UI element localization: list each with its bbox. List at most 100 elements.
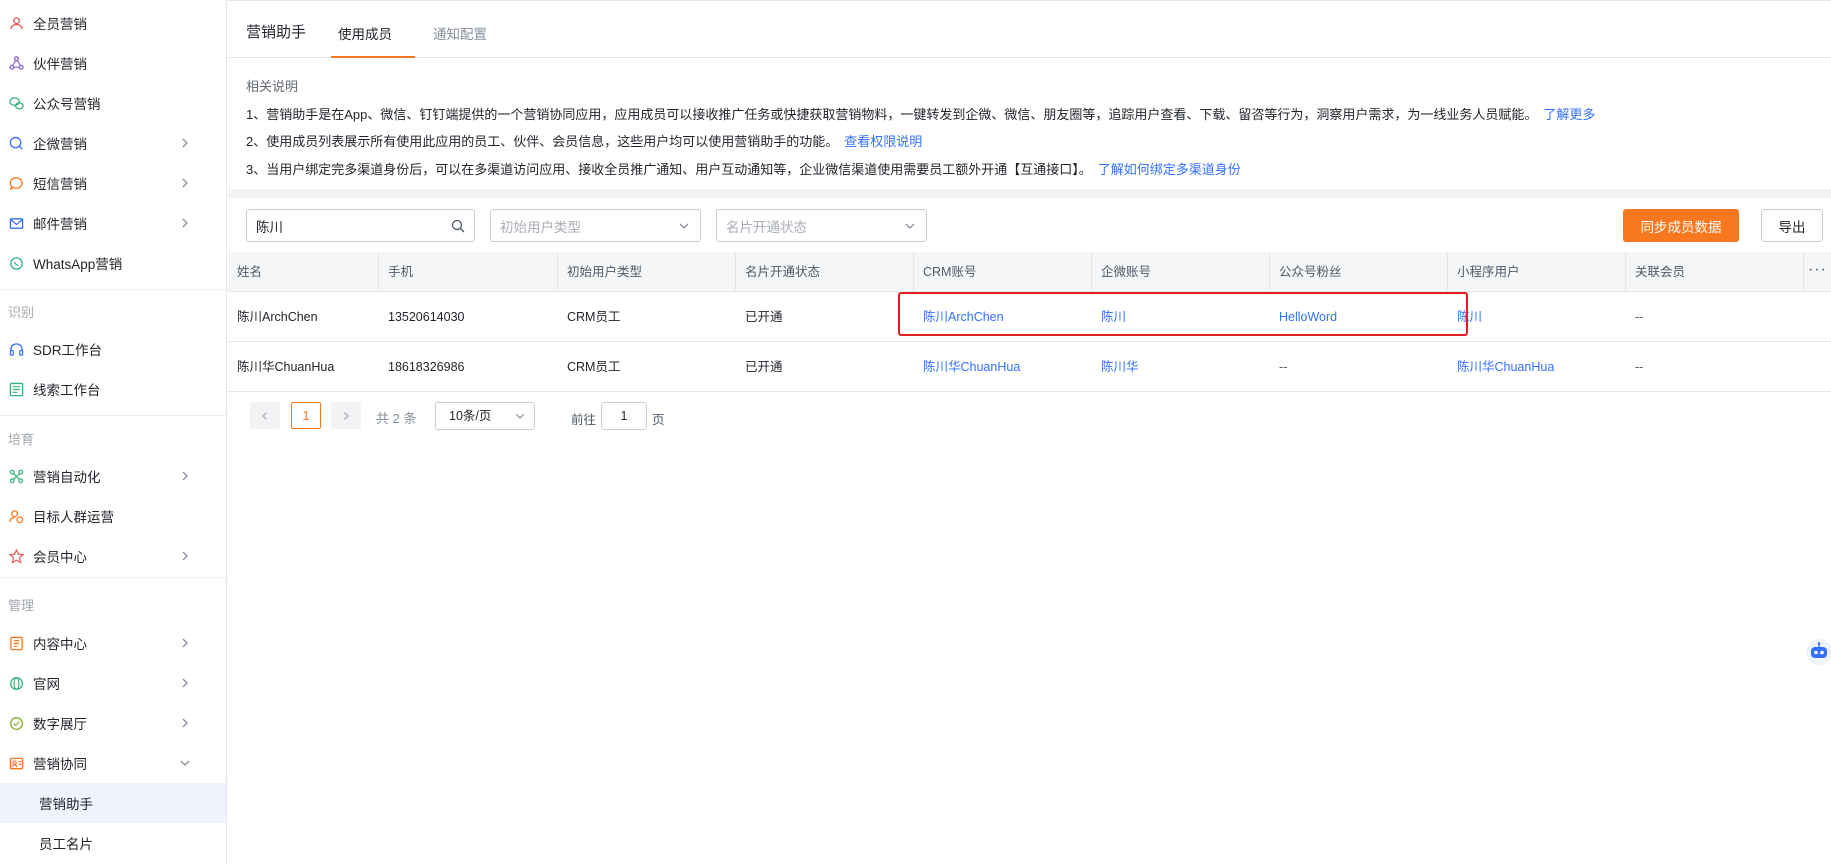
chevron-down-icon	[679, 223, 689, 229]
sidebar-item-label: 数字展厅	[33, 717, 87, 732]
description-text: 3、当用户绑定完多渠道身份后，可以在多渠道访问应用、接收全员推广通知、用户互动通…	[246, 161, 1092, 177]
bind-channel-link[interactable]: 了解如何绑定多渠道身份	[1098, 162, 1241, 177]
column-header-linked-member: 关联会员	[1626, 252, 1804, 292]
sidebar-item-marketing-automation[interactable]: 营销自动化	[0, 456, 226, 496]
table-header: 姓名 手机 初始用户类型 名片开通状态 CRM账号 企微账号 公众号粉丝 小程序…	[228, 252, 1831, 292]
column-header-official-fans: 公众号粉丝	[1270, 252, 1448, 292]
sidebar-item-label: 邮件营销	[33, 217, 87, 232]
collab-icon	[8, 755, 24, 771]
goto-label: 前往	[571, 413, 597, 427]
sidebar-divider	[0, 415, 226, 416]
section-separator	[228, 189, 1831, 198]
sidebar-item-target-audience[interactable]: 目标人群运营	[0, 496, 226, 536]
share-icon	[8, 55, 24, 71]
list-icon	[8, 381, 24, 397]
globe-icon	[8, 675, 24, 691]
sidebar-item-label: 内容中心	[33, 637, 87, 652]
chevron-right-icon	[182, 471, 188, 481]
sync-members-button[interactable]: 同步成员数据	[1623, 209, 1739, 242]
sidebar-item-sms-marketing[interactable]: 短信营销	[0, 163, 226, 203]
cell-linked-member: --	[1635, 360, 1644, 374]
sidebar-item-member-center[interactable]: 会员中心	[0, 536, 226, 576]
search-icon[interactable]	[451, 219, 465, 233]
column-header-wecom-account: 企微账号	[1092, 252, 1270, 292]
column-header-name: 姓名	[228, 252, 379, 292]
page-header: 营销助手 使用成员 通知配置	[228, 1, 1831, 58]
search-input[interactable]: 陈川	[246, 209, 475, 242]
permission-info-link[interactable]: 查看权限说明	[844, 134, 922, 149]
table-row: 陈川华ChuanHua 18618326986 CRM员工 已开通 陈川华Chu…	[228, 342, 1831, 392]
more-columns-icon[interactable]: ···	[1808, 252, 1827, 292]
cell-user-type: CRM员工	[567, 310, 621, 324]
assistant-robot-icon[interactable]	[1805, 638, 1831, 666]
cell-miniprogram-user-link[interactable]: 陈川华ChuanHua	[1448, 342, 1554, 392]
cell-official-fans-link[interactable]: HelloWord	[1270, 292, 1337, 342]
cell-wecom-account-link[interactable]: 陈川华	[1092, 342, 1139, 392]
cell-crm-account-link[interactable]: 陈川华ChuanHua	[914, 342, 1020, 392]
sidebar-item-label: 官网	[33, 677, 60, 692]
sidebar-item-marketing-collab[interactable]: 营销协同	[0, 743, 226, 783]
cell-miniprogram-user-link[interactable]: 陈川	[1448, 292, 1482, 342]
sidebar-item-label: 目标人群运营	[33, 510, 114, 525]
goto-page-input[interactable]: 1	[601, 402, 647, 430]
column-header-card-status: 名片开通状态	[736, 252, 914, 292]
sidebar-item-whatsapp-marketing[interactable]: WhatsApp营销	[0, 243, 226, 283]
page-number-current[interactable]: 1	[291, 402, 321, 429]
sidebar-item-lead-workbench[interactable]: 线索工作台	[0, 369, 226, 409]
sidebar-item-label: 公众号营销	[33, 97, 101, 112]
sidebar-item-wecom-marketing[interactable]: 企微营销	[0, 123, 226, 163]
sidebar-item-label: 企微营销	[33, 137, 87, 152]
tab-notification-settings[interactable]: 通知配置	[433, 23, 487, 43]
tab-members[interactable]: 使用成员	[338, 23, 392, 43]
sidebar-item-sdr-workbench[interactable]: SDR工作台	[0, 329, 226, 369]
page-label: 页	[652, 413, 665, 427]
sidebar-item-official-account[interactable]: 公众号营销	[0, 83, 226, 123]
main-content: 营销助手 使用成员 通知配置 相关说明 1、营销助手是在App、微信、钉钉端提供…	[228, 0, 1831, 864]
chevron-down-icon	[516, 414, 524, 419]
sidebar-item-email-marketing[interactable]: 邮件营销	[0, 203, 226, 243]
cell-linked-member: --	[1635, 310, 1644, 324]
sidebar: 全员营销 伙伴营销 公众号营销 企微营销 短信营销 邮件营销 WhatsApp营…	[0, 0, 227, 864]
sidebar-subitem-marketing-assistant[interactable]: 营销助手	[0, 783, 226, 823]
sidebar-item-digital-exhibition[interactable]: 数字展厅	[0, 703, 226, 743]
document-icon	[8, 635, 24, 651]
column-header-crm-account: CRM账号	[914, 252, 1092, 292]
description-text: 2、使用成员列表展示所有使用此应用的员工、伙伴、会员信息，这些用户均可以使用营销…	[246, 134, 839, 149]
next-page-button[interactable]	[331, 402, 361, 429]
whatsapp-icon	[8, 255, 24, 271]
chevron-right-icon	[182, 218, 188, 228]
sidebar-item-label: 会员中心	[33, 550, 87, 565]
sidebar-item-website[interactable]: 官网	[0, 663, 226, 703]
description-line: 1、营销助手是在App、微信、钉钉端提供的一个营销协同应用，应用成员可以接收推广…	[246, 101, 1595, 129]
export-button[interactable]: 导出	[1761, 209, 1823, 242]
sidebar-section-identify: 识别	[8, 305, 35, 320]
active-tab-indicator	[331, 56, 415, 58]
description-line: 3、当用户绑定完多渠道身份后，可以在多渠道访问应用、接收全员推广通知、用户互动通…	[246, 156, 1595, 184]
cell-crm-account-link[interactable]: 陈川ArchChen	[914, 292, 1004, 342]
chevron-right-icon	[182, 678, 188, 688]
description-title: 相关说明	[246, 79, 299, 94]
sidebar-subitem-employee-card[interactable]: 员工名片	[0, 823, 226, 863]
chevron-right-icon	[344, 411, 349, 420]
prev-page-button[interactable]	[250, 402, 280, 429]
column-header-miniprogram-user: 小程序用户	[1448, 252, 1626, 292]
message-icon	[8, 175, 24, 191]
page-size-select[interactable]: 10条/页	[435, 402, 535, 430]
learn-more-link[interactable]: 了解更多	[1543, 107, 1595, 122]
description-panel: 相关说明 1、营销助手是在App、微信、钉钉端提供的一个营销协同应用，应用成员可…	[246, 73, 1595, 183]
pagination-total: 共 2 条	[376, 411, 417, 426]
sidebar-item-content-center[interactable]: 内容中心	[0, 623, 226, 663]
column-header-phone: 手机	[379, 252, 558, 292]
user-type-select[interactable]: 初始用户类型	[490, 209, 701, 242]
chevron-right-icon	[182, 138, 188, 148]
sidebar-section-manage: 管理	[8, 598, 35, 613]
sidebar-divider	[0, 289, 226, 290]
card-status-select[interactable]: 名片开通状态	[716, 209, 927, 242]
chevron-right-icon	[182, 551, 188, 561]
sidebar-item-partner-marketing[interactable]: 伙伴营销	[0, 43, 226, 83]
cell-wecom-account-link[interactable]: 陈川	[1092, 292, 1126, 342]
sidebar-item-all-staff-marketing[interactable]: 全员营销	[0, 3, 226, 43]
card-status-placeholder: 名片开通状态	[726, 219, 807, 235]
chat-icon	[8, 135, 24, 151]
cell-card-status: 已开通	[745, 310, 783, 324]
